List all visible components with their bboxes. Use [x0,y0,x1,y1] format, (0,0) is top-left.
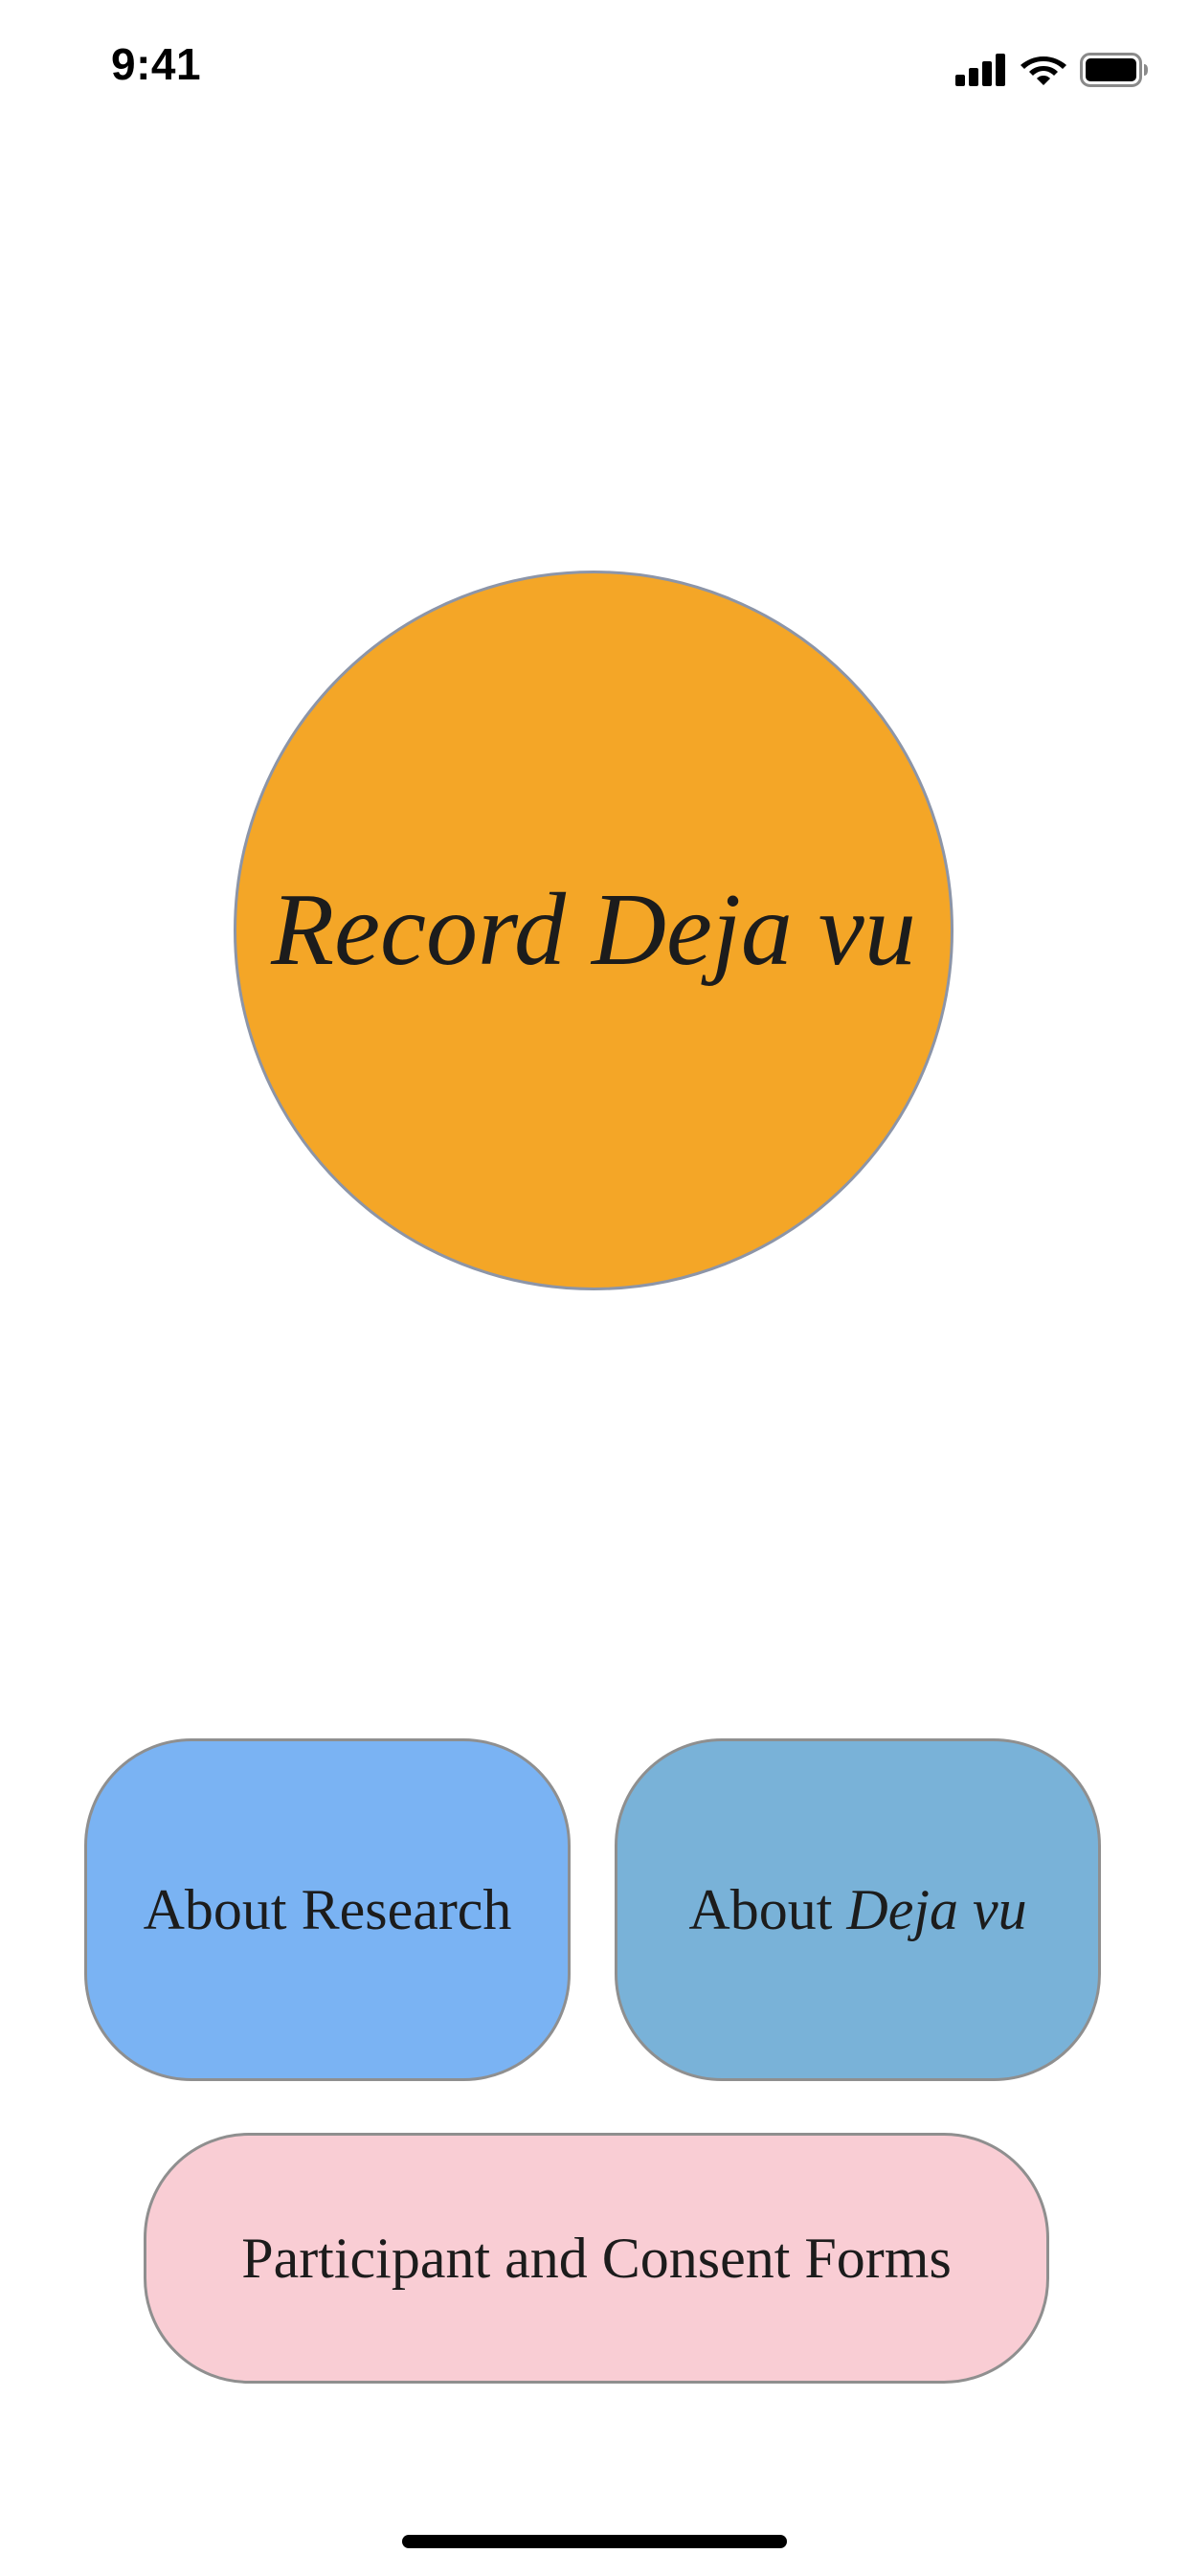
status-time: 9:41 [111,39,202,89]
about-deja-vu-label-prefix: About [688,1877,847,1941]
status-bar: 9:41 [0,0,1189,134]
participant-consent-forms-button[interactable]: Participant and Consent Forms [144,2133,1049,2384]
status-icons [955,48,1149,92]
cellular-signal-icon [955,54,1005,86]
about-deja-vu-button[interactable]: About Deja vu [615,1738,1101,2081]
home-indicator[interactable] [402,2535,787,2548]
participant-consent-forms-label: Participant and Consent Forms [241,2226,952,2290]
record-deja-vu-button[interactable]: Record Deja vu [234,571,953,1290]
record-deja-vu-label: Record Deja vu [271,873,916,987]
about-deja-vu-label: About Deja vu [688,1877,1026,1943]
about-deja-vu-label-italic: Deja vu [846,1877,1027,1941]
about-research-button[interactable]: About Research [84,1738,571,2081]
battery-icon [1080,53,1148,87]
wifi-icon [1021,56,1066,85]
about-research-label: About Research [143,1877,512,1941]
